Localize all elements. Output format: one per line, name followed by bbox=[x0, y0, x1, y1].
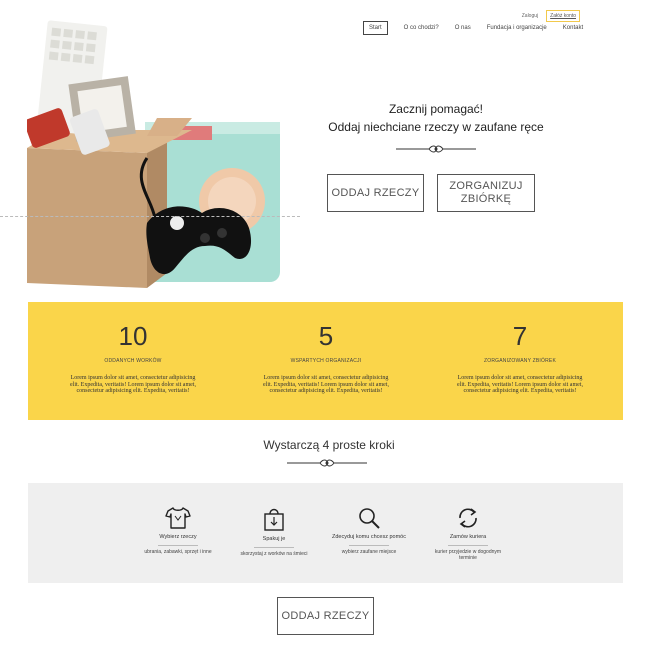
stat-organizations: 5 Wspartych organizacji Lorem ipsum dolo… bbox=[261, 302, 391, 395]
hero-image bbox=[27, 18, 282, 301]
step-title: Wybierz rzeczy bbox=[159, 534, 197, 540]
step-divider bbox=[349, 544, 389, 546]
step-title: Zdecyduj komu chcesz pomóc bbox=[332, 534, 406, 540]
step-title: Spakuj je bbox=[262, 536, 286, 542]
step-description: skorzystaj z worków na śmieci bbox=[240, 550, 308, 557]
stat-description: Lorem ipsum dolor sit amet, consectetur … bbox=[263, 375, 389, 394]
stat-label: Zorganizowany zbiórek bbox=[484, 358, 556, 364]
login-link[interactable]: Zaloguj bbox=[522, 13, 538, 19]
step-divider bbox=[448, 544, 488, 546]
hero-text: Zacznij pomagać! Oddaj niechciane rzeczy… bbox=[286, 100, 586, 153]
refresh-icon bbox=[459, 508, 477, 528]
step-description: ubrania, zabawki, sprzęt i inne bbox=[144, 548, 212, 555]
tshirt-icon bbox=[165, 507, 191, 529]
nav-item-foundations[interactable]: Fundacja i organizacje bbox=[479, 22, 555, 34]
nav-item-contact[interactable]: Kontakt bbox=[555, 22, 591, 34]
ornament-icon bbox=[287, 459, 367, 467]
donate-button-bottom[interactable]: Oddaj rzeczy bbox=[277, 597, 374, 635]
steps-section: Wybierz rzeczy ubrania, zabawki, sprzęt … bbox=[28, 483, 623, 583]
steps-title: Wystarczą 4 proste kroki bbox=[263, 438, 395, 452]
stat-number: 10 bbox=[118, 321, 148, 351]
stat-label: Wspartych organizacji bbox=[290, 358, 362, 364]
organize-collection-button[interactable]: Zorganizuj zbiórkę bbox=[437, 174, 535, 212]
step-title: Zamów kuriera bbox=[449, 534, 487, 540]
step-divider bbox=[158, 544, 198, 546]
nav-item-about-idea[interactable]: O co chodzi? bbox=[396, 22, 447, 34]
step-decide: Zdecyduj komu chcesz pomóc wybierz zaufa… bbox=[329, 506, 409, 555]
main-nav: Start O co chodzi? O nas Fundacja i orga… bbox=[363, 21, 591, 35]
ornament-icon bbox=[396, 145, 476, 153]
step-description: wybierz zaufane miejsce bbox=[341, 548, 397, 555]
donate-button[interactable]: Oddaj rzeczy bbox=[327, 174, 424, 212]
magnifier-icon bbox=[359, 508, 380, 529]
nav-item-about-us[interactable]: O nas bbox=[447, 22, 479, 34]
stat-label: Oddanych worków bbox=[104, 358, 162, 364]
stats-section: 10 Oddanych worków Lorem ipsum dolor sit… bbox=[28, 302, 623, 420]
stat-number: 7 bbox=[512, 321, 528, 351]
stat-description: Lorem ipsum dolor sit amet, consectetur … bbox=[457, 375, 583, 394]
stat-collections: 7 Zorganizowany zbiórek Lorem ipsum dolo… bbox=[455, 302, 585, 395]
step-choose: Wybierz rzeczy ubrania, zabawki, sprzęt … bbox=[138, 506, 218, 555]
step-pack: Spakuj je skorzystaj z worków na śmieci bbox=[234, 506, 314, 557]
step-courier: Zamów kuriera kurier przyjedzie w dogodn… bbox=[428, 506, 508, 561]
stat-number: 5 bbox=[318, 321, 334, 351]
bag-icon bbox=[264, 508, 284, 531]
stat-description: Lorem ipsum dolor sit amet, consectetur … bbox=[70, 375, 196, 394]
stat-bags: 10 Oddanych worków Lorem ipsum dolor sit… bbox=[68, 302, 198, 395]
step-description: kurier przyjedzie w dogodnym terminie bbox=[434, 548, 502, 561]
hero-heading: Zacznij pomagać! bbox=[388, 102, 484, 116]
dashed-divider bbox=[0, 216, 300, 217]
step-divider bbox=[254, 546, 294, 548]
nav-item-start[interactable]: Start bbox=[363, 21, 388, 35]
hero-subheading: Oddaj niechciane rzeczy w zaufane ręce bbox=[328, 120, 544, 134]
